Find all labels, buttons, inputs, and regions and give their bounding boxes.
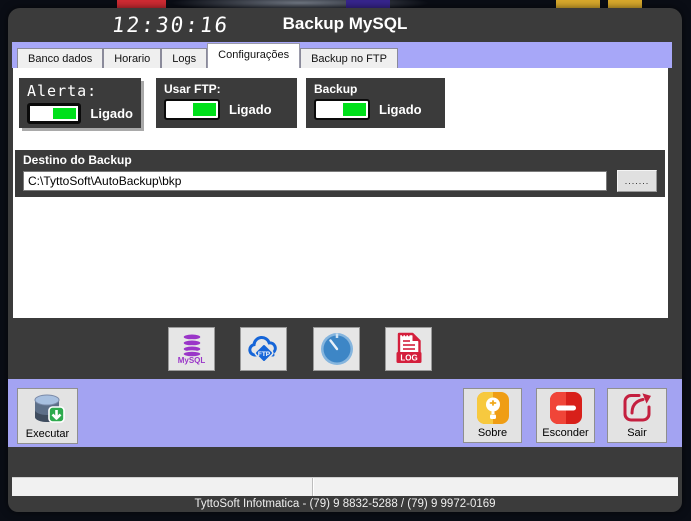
tab-configuracoes[interactable]: Configurações bbox=[207, 43, 300, 68]
executar-label: Executar bbox=[26, 428, 69, 441]
alerta-toggle[interactable] bbox=[27, 103, 81, 124]
tab-backup-no-ftp[interactable]: Backup no FTP bbox=[300, 48, 398, 68]
toggle-knob bbox=[53, 108, 76, 119]
usar-ftp-toggle[interactable] bbox=[164, 99, 220, 120]
desktop-icon-fragment bbox=[556, 0, 600, 8]
exit-icon bbox=[619, 390, 655, 426]
destino-path-input[interactable] bbox=[23, 171, 607, 191]
sair-button[interactable]: Sair bbox=[607, 388, 667, 443]
tab-strip: Banco dados Horario Logs Configurações B… bbox=[12, 42, 672, 68]
desktop-icon-fragment bbox=[608, 0, 642, 8]
usar-ftp-panel: Usar FTP: Ligado bbox=[156, 78, 297, 128]
backup-toggle[interactable] bbox=[314, 99, 370, 120]
sair-label: Sair bbox=[627, 427, 647, 440]
database-run-icon bbox=[29, 391, 67, 427]
toggle-knob bbox=[193, 103, 216, 116]
tab-horario[interactable]: Horario bbox=[103, 48, 161, 68]
usar-ftp-state: Ligado bbox=[229, 102, 272, 117]
mysql-database-icon bbox=[178, 333, 206, 357]
window-title: Backup MySQL bbox=[8, 14, 682, 34]
desktop-icon-fragment bbox=[346, 0, 390, 8]
alerta-panel: Alerta: Ligado bbox=[19, 78, 141, 128]
backup-label: Backup bbox=[314, 82, 437, 96]
destino-backup-panel: Destino do Backup ....... bbox=[15, 150, 665, 197]
alerta-state: Ligado bbox=[90, 106, 133, 121]
status-strip bbox=[12, 477, 678, 496]
ftp-cloud-icon: FTP bbox=[246, 333, 282, 365]
destino-label: Destino do Backup bbox=[23, 153, 657, 167]
sobre-label: Sobre bbox=[478, 427, 507, 440]
mysql-button[interactable]: MySQL bbox=[168, 327, 215, 371]
status-cell bbox=[313, 478, 678, 496]
log-file-icon: LOG bbox=[394, 332, 424, 366]
icon-bar: MySQL FTP bbox=[13, 318, 668, 379]
browse-button[interactable]: ....... bbox=[617, 170, 657, 192]
status-cell bbox=[12, 478, 313, 496]
tab-logs[interactable]: Logs bbox=[161, 48, 207, 68]
usar-ftp-label: Usar FTP: bbox=[164, 82, 289, 96]
esconder-label: Esconder bbox=[542, 427, 588, 440]
log-icon-label: LOG bbox=[400, 354, 417, 363]
minimize-icon bbox=[548, 390, 584, 426]
clock-icon bbox=[319, 331, 355, 367]
toggle-knob bbox=[343, 103, 366, 116]
backup-panel: Backup Ligado bbox=[306, 78, 445, 128]
esconder-button[interactable]: Esconder bbox=[536, 388, 595, 443]
ftp-icon-label: FTP bbox=[257, 351, 270, 358]
desktop-icon-fragment bbox=[117, 0, 166, 8]
footer-contact-info: TyttoSoft Infotmatica - (79) 9 8832-5288… bbox=[8, 498, 682, 510]
lightbulb-icon bbox=[475, 390, 511, 426]
schedule-clock-button[interactable] bbox=[313, 327, 360, 371]
configuracoes-panel: Alerta: Ligado Usar FTP: Ligado Backup L… bbox=[13, 68, 668, 318]
title-bar[interactable]: 12:30:16 Backup MySQL bbox=[8, 8, 682, 42]
tab-banco-dados[interactable]: Banco dados bbox=[17, 48, 103, 68]
backup-state: Ligado bbox=[379, 102, 422, 117]
executar-button[interactable]: Executar bbox=[17, 388, 78, 444]
log-button[interactable]: LOG bbox=[385, 327, 432, 371]
mysql-icon-label: MySQL bbox=[178, 357, 206, 365]
backup-mysql-window: 12:30:16 Backup MySQL Banco dados Horari… bbox=[8, 8, 682, 512]
ftp-button[interactable]: FTP bbox=[240, 327, 287, 371]
sobre-button[interactable]: Sobre bbox=[463, 388, 522, 443]
alerta-label: Alerta: bbox=[27, 82, 133, 100]
action-bar: Executar Sobre Esconder bbox=[8, 379, 682, 447]
